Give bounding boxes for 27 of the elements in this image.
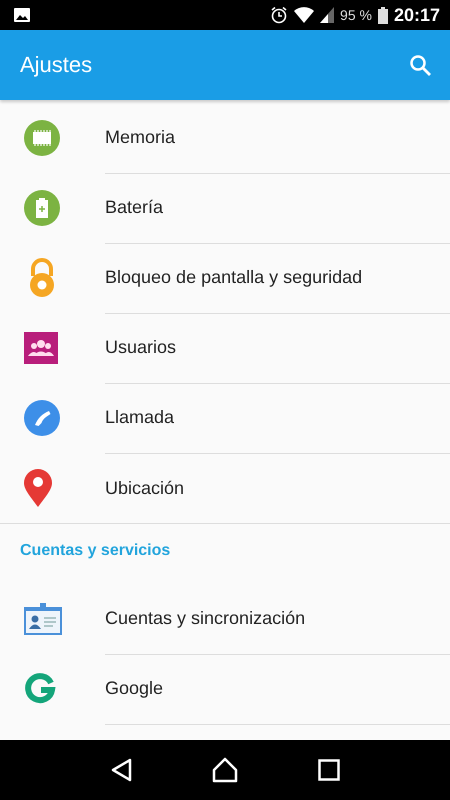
settings-item[interactable]: Batería xyxy=(0,173,450,243)
settings-item[interactable]: Llamada xyxy=(0,383,450,453)
signal-icon xyxy=(320,7,334,23)
g-logo-icon xyxy=(24,673,56,705)
back-button[interactable] xyxy=(110,758,132,782)
wifi-icon xyxy=(294,7,314,23)
recent-apps-button[interactable] xyxy=(318,759,340,781)
battery-percentage: 95 % xyxy=(340,7,372,23)
settings-item[interactable]: Bloqueo de pantalla y seguridad xyxy=(0,243,450,313)
settings-item[interactable]: Usuarios xyxy=(0,313,450,383)
settings-item[interactable]: Memoria xyxy=(0,103,450,173)
phone-icon xyxy=(24,400,60,436)
settings-item[interactable]: Ubicación xyxy=(0,453,450,523)
battery-icon xyxy=(24,190,60,226)
settings-item[interactable]: Cuentas y sincronización xyxy=(0,584,450,654)
image-icon xyxy=(14,8,30,22)
users-icon xyxy=(24,332,58,364)
alarm-clock-icon xyxy=(270,6,288,24)
memory-chip-icon xyxy=(24,120,60,156)
screen-title: Ajustes xyxy=(20,52,94,78)
section-header: Cuentas y servicios xyxy=(19,541,172,561)
clock-time: 20:17 xyxy=(394,4,440,26)
battery-icon xyxy=(378,6,388,24)
home-button[interactable] xyxy=(212,757,238,783)
location-pin-icon xyxy=(24,469,52,507)
id-card-icon xyxy=(24,603,62,635)
settings-item[interactable]: Google xyxy=(0,654,450,724)
